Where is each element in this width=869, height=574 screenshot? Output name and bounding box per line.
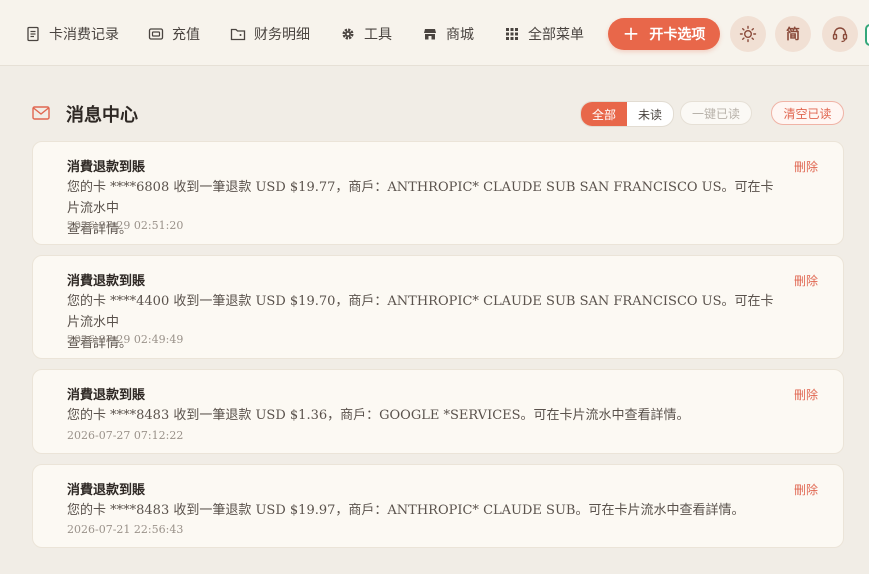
filter-all-tab[interactable]: 全部 [581, 102, 627, 126]
message-card: 消費退款到賬 您的卡 ****8483 收到一筆退款 USD $1.36，商戶：… [32, 369, 844, 454]
clear-read-button[interactable]: 清空已读 [771, 101, 844, 125]
grid-icon [506, 28, 518, 40]
message-card: 消費退款到賬 您的卡 ****6808 收到一筆退款 USD $19.77，商戶… [32, 141, 844, 245]
nav-card-consumption[interactable]: 卡消费记录 [25, 22, 119, 46]
support-button[interactable] [822, 16, 858, 52]
filter-unread-tab[interactable]: 未读 [627, 102, 673, 126]
message-timestamp: 2026-07-27 07:12:22 [67, 429, 184, 442]
page-title: 消息中心 [66, 105, 138, 126]
sun-icon [739, 25, 757, 43]
delete-message-button[interactable]: 刪除 [794, 158, 818, 175]
delete-message-button[interactable]: 刪除 [794, 386, 818, 403]
message-body: 您的卡 ****8483 收到一筆退款 USD $1.36，商戶：GOOGLE … [67, 405, 777, 426]
status-indicator[interactable] [865, 24, 869, 46]
message-text-line: 您的卡 ****4400 收到一筆退款 USD $19.70，商戶：ANTHRO… [67, 294, 774, 330]
gear-icon [342, 28, 354, 40]
language-label: 简 [786, 27, 800, 43]
mail-icon [32, 106, 50, 120]
nav-finance-details[interactable]: 财务明细 [230, 22, 310, 46]
headset-icon [832, 27, 848, 43]
wallet-icon [148, 28, 164, 40]
message-timestamp: 2026-07-21 22:56:43 [67, 523, 184, 536]
nav-label: 财务明细 [254, 27, 310, 43]
message-text-line: 您的卡 ****8483 收到一筆退款 USD $1.36，商戶：GOOGLE … [67, 408, 690, 423]
message-title: 消費退款到賬 [67, 388, 146, 403]
plus-icon: + [622, 21, 640, 45]
message-title: 消費退款到賬 [67, 160, 146, 175]
message-card: 消費退款到賬 您的卡 ****4400 收到一筆退款 USD $19.70，商戶… [32, 255, 844, 359]
message-title: 消費退款到賬 [67, 274, 146, 289]
nav-tools[interactable]: 工具 [340, 22, 392, 46]
language-button[interactable]: 简 [775, 16, 811, 52]
message-title: 消費退款到賬 [67, 483, 146, 498]
open-card-label: 开卡选项 [649, 27, 706, 43]
message-timestamp: 2026-07-29 02:49:49 [67, 333, 184, 346]
nav-label: 卡消费记录 [49, 27, 119, 43]
message-body: 您的卡 ****8483 收到一筆退款 USD $19.97，商戶：ANTHRO… [67, 500, 777, 521]
message-text-line: 您的卡 ****8483 收到一筆退款 USD $19.97，商戶：ANTHRO… [67, 503, 745, 518]
mark-all-read-button[interactable]: 一键已读 [680, 101, 752, 125]
nav-label: 充值 [172, 27, 200, 43]
theme-toggle-button[interactable] [730, 16, 766, 52]
nav-label: 工具 [364, 27, 392, 43]
folder-icon [230, 28, 246, 41]
nav-all-menu[interactable]: 全部菜单 [504, 22, 584, 46]
nav-recharge[interactable]: 充值 [148, 22, 200, 46]
nav-label: 商城 [446, 27, 474, 43]
delete-message-button[interactable]: 刪除 [794, 272, 818, 289]
message-timestamp: 2026-07-29 02:51:20 [67, 219, 184, 232]
message-filter: 全部 未读 [580, 101, 674, 127]
shop-icon [424, 29, 436, 40]
delete-message-button[interactable]: 刪除 [794, 481, 818, 498]
nav-label: 全部菜单 [528, 27, 584, 43]
nav-mall[interactable]: 商城 [422, 22, 474, 46]
message-text-line: 您的卡 ****6808 收到一筆退款 USD $19.77，商戶：ANTHRO… [67, 180, 774, 216]
receipt-icon [27, 26, 39, 42]
message-card: 消費退款到賬 您的卡 ****8483 收到一筆退款 USD $19.97，商戶… [32, 464, 844, 548]
open-card-options-button[interactable]: + 开卡选项 [608, 18, 720, 50]
top-nav: 卡消费记录 充值 财务明细 工具 商城 全部菜单 + 开卡选项 简 [0, 0, 869, 66]
